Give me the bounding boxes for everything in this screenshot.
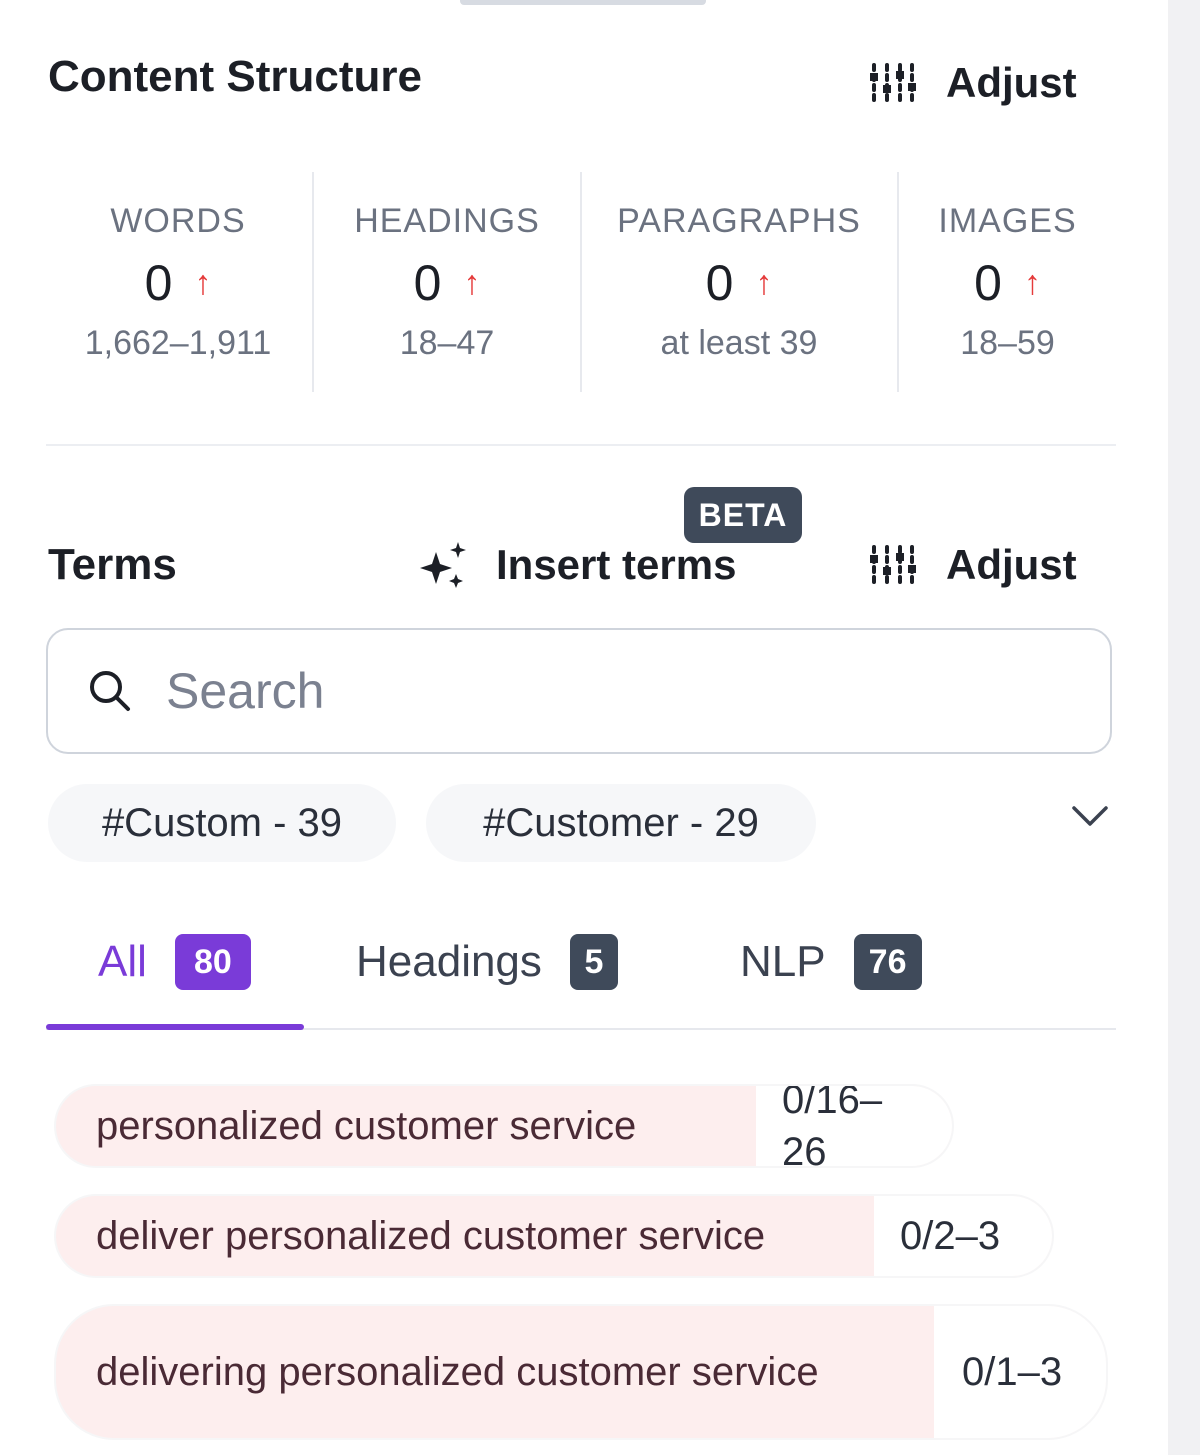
term-item[interactable]: personalized customer service 0/16–26 [54, 1084, 954, 1168]
stat-value: 0 [413, 255, 442, 311]
stat-images: IMAGES 0 ↑ 18–59 [899, 172, 1116, 392]
insert-terms-button[interactable]: Insert terms [420, 538, 736, 592]
stat-words: WORDS 0 ↑ 1,662–1,911 [46, 172, 310, 392]
term-item[interactable]: deliver personalized customer service 0/… [54, 1194, 1054, 1278]
stat-range: 18–47 [399, 324, 495, 362]
terms-adjust-button[interactable]: Adjust [870, 540, 1077, 590]
stat-title: PARAGRAPHS [617, 202, 861, 240]
term-count: 0/1–3 [934, 1306, 1106, 1438]
insert-terms-label: Insert terms [496, 541, 737, 588]
tab-label: All [98, 937, 147, 986]
stat-value-wrapper: 0 ↑ [582, 254, 896, 312]
chip-custom[interactable]: #Custom - 39 [48, 784, 396, 862]
term-item[interactable]: delivering personalized customer service… [54, 1304, 1108, 1440]
scrollbar-track[interactable] [1168, 0, 1200, 1455]
term-name: deliver personalized customer service [96, 1214, 766, 1258]
stat-headings: HEADINGS 0 ↑ 18–47 [314, 172, 580, 392]
search-input[interactable] [164, 661, 1028, 721]
adjust-label: Adjust [946, 541, 1077, 588]
sliders-icon [870, 545, 916, 585]
tab-count-badge: 80 [174, 934, 251, 990]
chevron-down-icon[interactable] [1070, 796, 1110, 836]
tab-all[interactable]: All 80 [98, 932, 251, 992]
term-count: 0/16–26 [756, 1086, 952, 1166]
term-name: personalized customer service [96, 1104, 637, 1148]
tab-count-badge: 5 [569, 934, 618, 990]
active-tab-indicator [46, 1024, 304, 1030]
stat-title: HEADINGS [354, 202, 540, 240]
stat-value: 0 [705, 255, 734, 311]
stat-value-wrapper: 0 ↑ [46, 254, 310, 312]
stat-value: 0 [144, 255, 173, 311]
sparkles-icon [420, 542, 466, 588]
arrow-up-icon: ↑ [755, 264, 773, 302]
sliders-icon [870, 63, 916, 103]
search-box[interactable] [46, 628, 1112, 754]
stat-value-wrapper: 0 ↑ [314, 254, 580, 312]
section-divider [46, 444, 1116, 446]
tab-nlp[interactable]: NLP 76 [740, 932, 922, 992]
tab-label: Headings [356, 937, 542, 986]
stat-value-wrapper: 0 ↑ [899, 254, 1116, 312]
stat-range: 18–59 [960, 324, 1055, 362]
arrow-up-icon: ↑ [1023, 264, 1041, 302]
tab-count-badge: 76 [853, 934, 922, 990]
terms-title: Terms [48, 540, 177, 589]
content-structure-title: Content Structure [48, 52, 422, 101]
term-name: delivering personalized customer service [96, 1350, 819, 1394]
stat-paragraphs: PARAGRAPHS 0 ↑ at least 39 [582, 172, 896, 392]
term-count: 0/2–3 [874, 1196, 1052, 1276]
stat-value: 0 [974, 255, 1002, 311]
arrow-up-icon: ↑ [463, 264, 481, 302]
arrow-up-icon: ↑ [194, 264, 212, 302]
stat-range: at least 39 [660, 324, 818, 362]
stat-title: IMAGES [938, 202, 1077, 240]
content-stats: WORDS 0 ↑ 1,662–1,911 HEADINGS 0 ↑ 18–47 P… [46, 172, 1116, 392]
content-structure-adjust-button[interactable]: Adjust [870, 58, 1077, 108]
adjust-label: Adjust [946, 59, 1077, 106]
tab-headings[interactable]: Headings 5 [356, 932, 618, 992]
search-icon [90, 671, 130, 711]
drag-handle[interactable] [460, 0, 706, 5]
chip-customer[interactable]: #Customer - 29 [426, 784, 816, 862]
stat-range: 1,662–1,911 [84, 324, 272, 362]
beta-badge: BETA [684, 487, 802, 543]
tab-label: NLP [740, 937, 826, 986]
stat-title: WORDS [110, 202, 246, 240]
